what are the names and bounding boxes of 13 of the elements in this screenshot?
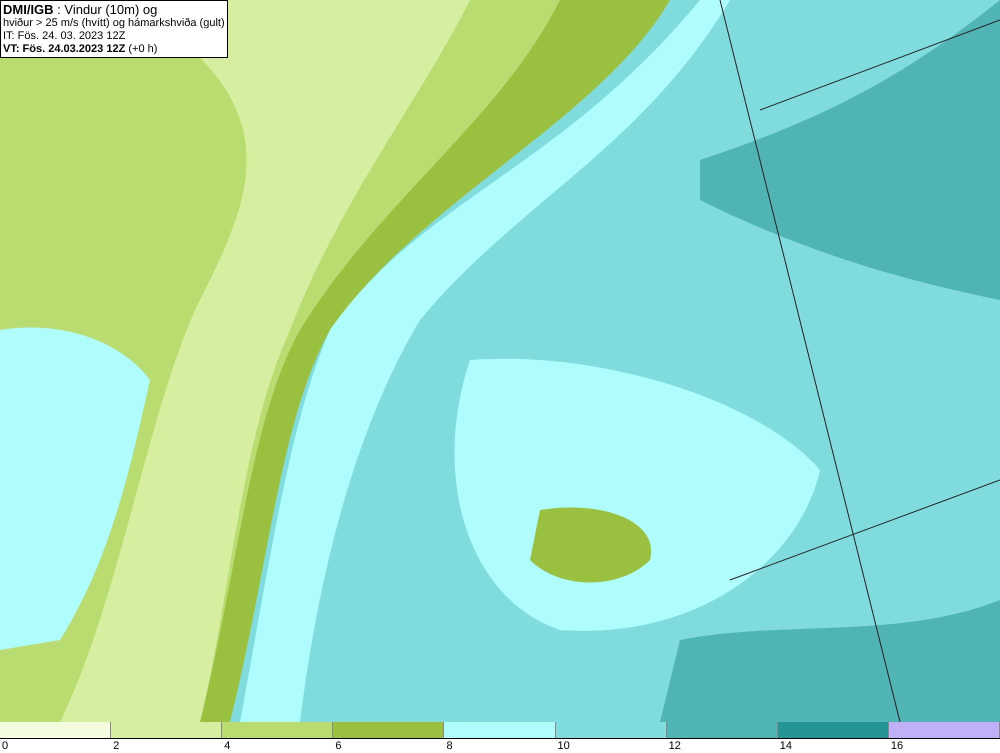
- legend-tick-label: 0: [1, 740, 8, 752]
- legend-tick-label: 8: [445, 740, 453, 752]
- legend-tick-label: 4: [223, 740, 230, 752]
- title-line: VT: Fös. 24.03.2023 12Z (+0 h): [3, 43, 158, 56]
- legend-tick-label: 14: [778, 740, 792, 752]
- legend-tick-label: 6: [334, 740, 342, 752]
- title-line: hviður > 25 m/s (hvítt) og hámarkshviða (gult): [3, 17, 225, 30]
- title-line: IT: Fös. 24. 03. 2023 12Z: [3, 30, 126, 43]
- legend-tick-label: 2: [112, 740, 120, 752]
- legend-tick-label: 10: [556, 740, 570, 752]
- title-line: DMI/IGB : Vindur (10m) og: [3, 2, 158, 17]
- legend-tick-label: 12: [668, 740, 681, 752]
- legend-tick-label: 16: [890, 740, 904, 752]
